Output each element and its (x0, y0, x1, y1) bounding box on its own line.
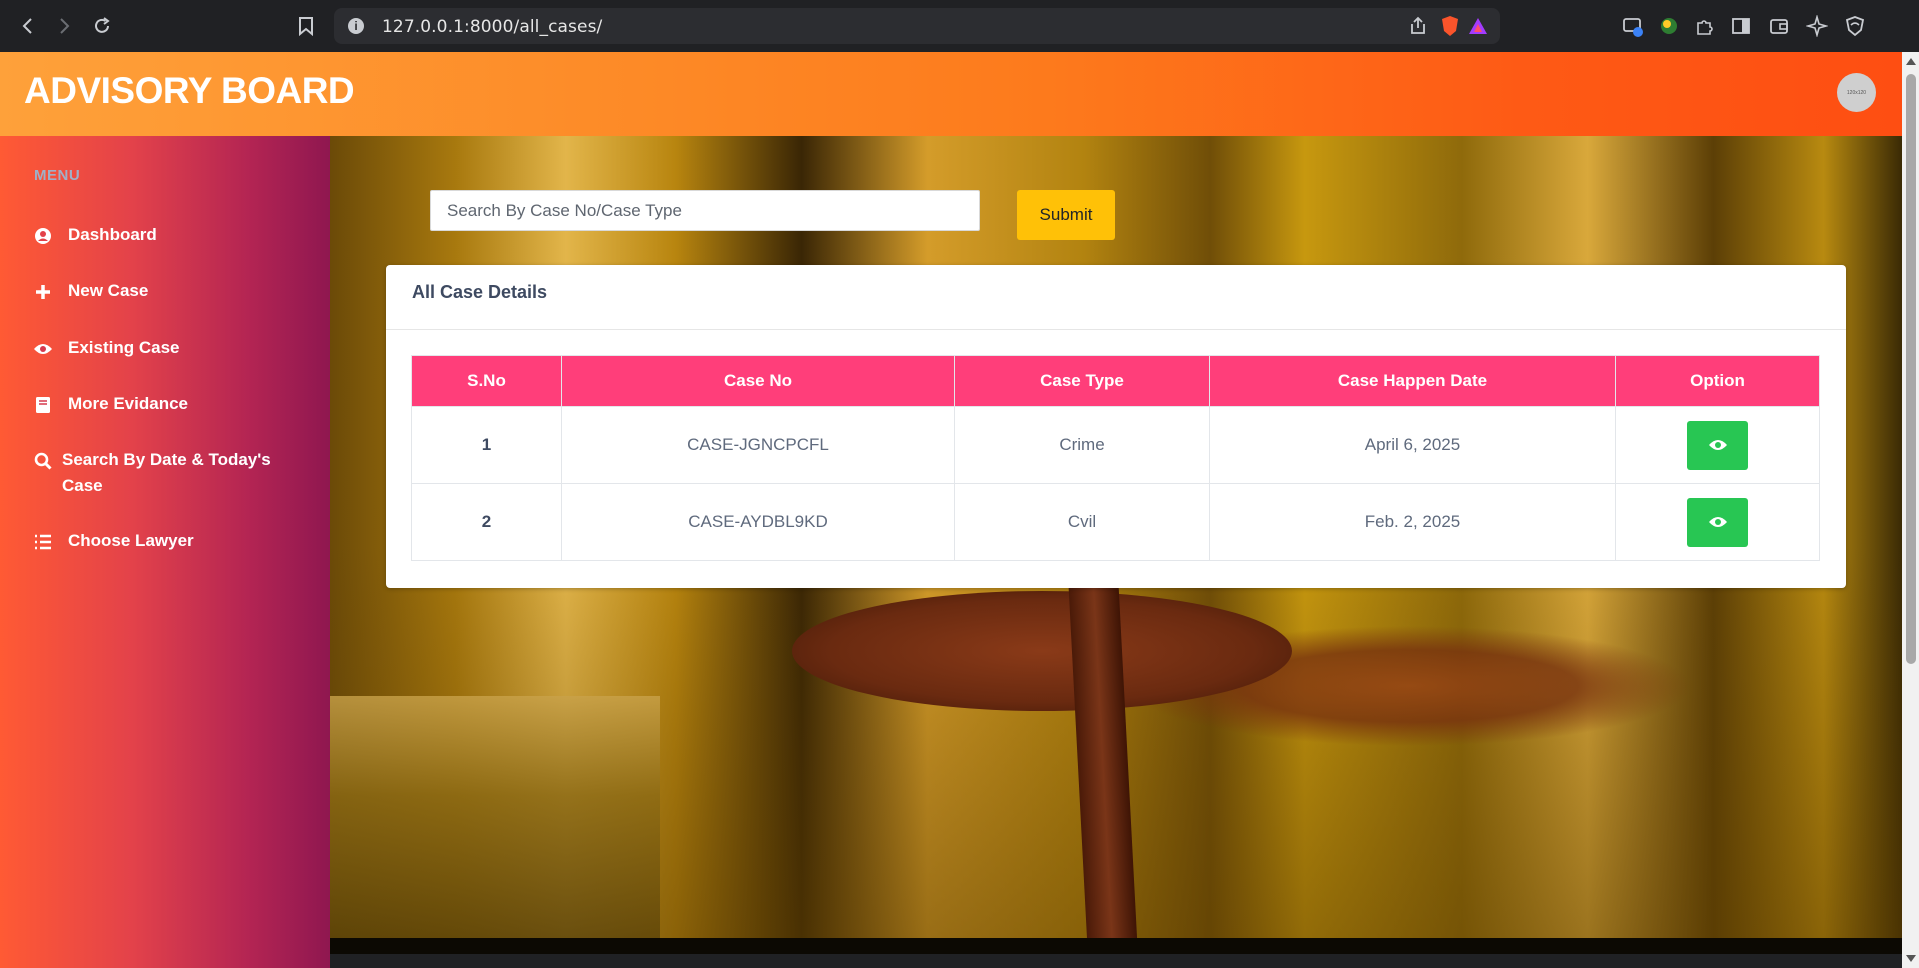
card-title: All Case Details (412, 282, 548, 302)
table-row: 1 CASE-JGNCPCFL Crime April 6, 2025 (411, 406, 1820, 484)
cell-sno: 1 (411, 406, 562, 484)
address-bar[interactable]: i 127.0.0.1:8000/all_cases/ (334, 8, 1500, 44)
bookmark-icon[interactable] (292, 12, 320, 40)
leo-ai-icon[interactable] (1804, 13, 1830, 39)
sidebar-item-label: More Evidance (68, 394, 188, 413)
cell-case-type: Crime (954, 406, 1210, 484)
avatar[interactable]: 120x120 (1837, 73, 1876, 112)
scroll-up-icon[interactable] (1906, 58, 1916, 65)
sidebar-item-label: Search By Date & Today's Case (62, 450, 271, 495)
cell-sno: 2 (411, 483, 562, 561)
main-content: Submit All Case Details S.No Case No Cas… (330, 136, 1902, 954)
cell-date: April 6, 2025 (1209, 406, 1616, 484)
sidebar-item-label: Dashboard (68, 225, 157, 244)
brave-shield-icon[interactable] (1440, 15, 1460, 42)
column-header-case-type: Case Type (954, 355, 1210, 407)
submit-button[interactable]: Submit (1017, 190, 1115, 240)
plus-icon (32, 281, 54, 303)
cell-case-type: Cvil (954, 483, 1210, 561)
background-book (330, 696, 660, 946)
background-gavel-base (792, 591, 1292, 711)
menu-title: MENU (34, 167, 81, 184)
back-icon[interactable] (14, 12, 42, 40)
cell-option (1615, 406, 1820, 484)
reload-icon[interactable] (88, 12, 116, 40)
scroll-thumb[interactable] (1906, 74, 1916, 664)
sidebar-item-more-evidance[interactable]: More Evidance (32, 391, 322, 417)
eye-icon (32, 338, 54, 360)
page-scrollbar[interactable] (1902, 52, 1919, 968)
cell-option (1615, 483, 1820, 561)
sidebar-item-label: Existing Case (68, 338, 180, 357)
app-header: ADVISORY BOARD 120x120 (0, 52, 1902, 136)
search-icon (32, 450, 54, 472)
leaf-extension-icon[interactable] (1656, 13, 1682, 39)
extension-tabs-icon[interactable] (1620, 13, 1646, 39)
list-icon (32, 531, 54, 553)
sidebar-item-label: New Case (68, 281, 149, 300)
sidebar-item-dashboard[interactable]: Dashboard (32, 222, 322, 248)
wallet-icon[interactable] (1766, 13, 1792, 39)
sidebar: MENU Dashboard New Case Existing Case Mo… (0, 136, 330, 968)
column-header-option: Option (1615, 355, 1820, 407)
sidebar-item-search-by-date[interactable]: Search By Date & Today's Case (32, 447, 292, 499)
table-row: 2 CASE-AYDBL9KD Cvil Feb. 2, 2025 (411, 483, 1820, 561)
card-divider (386, 329, 1846, 330)
cell-case-no: CASE-AYDBL9KD (561, 483, 955, 561)
share-icon[interactable] (1408, 16, 1428, 41)
background-bottom-strip (330, 938, 1902, 954)
view-case-button[interactable] (1687, 420, 1748, 470)
sidebar-item-new-case[interactable]: New Case (32, 278, 322, 304)
user-circle-icon (32, 225, 54, 247)
sidebar-item-existing-case[interactable]: Existing Case (32, 335, 322, 361)
view-case-button[interactable] (1687, 497, 1748, 547)
scroll-down-icon[interactable] (1906, 955, 1916, 962)
sidebar-toggle-icon[interactable] (1728, 13, 1754, 39)
case-details-card: All Case Details S.No Case No Case Type … (386, 265, 1846, 588)
column-header-sno: S.No (411, 355, 562, 407)
cell-date: Feb. 2, 2025 (1209, 483, 1616, 561)
puzzle-extensions-icon[interactable] (1692, 13, 1718, 39)
forward-icon[interactable] (50, 12, 78, 40)
column-header-date: Case Happen Date (1209, 355, 1616, 407)
vpn-shield-icon[interactable] (1842, 13, 1868, 39)
browser-toolbar: i 127.0.0.1:8000/all_cases/ (0, 0, 1919, 52)
cell-case-no: CASE-JGNCPCFL (561, 406, 955, 484)
book-icon (32, 394, 54, 416)
column-header-case-no: Case No (561, 355, 955, 407)
brave-rewards-icon[interactable] (1468, 16, 1488, 41)
site-info-icon[interactable]: i (348, 18, 364, 34)
brand-title[interactable]: ADVISORY BOARD (24, 70, 355, 112)
sidebar-item-label: Choose Lawyer (68, 531, 194, 550)
eye-icon (1708, 517, 1727, 527)
sidebar-item-choose-lawyer[interactable]: Choose Lawyer (32, 528, 322, 554)
search-input[interactable] (430, 190, 980, 231)
cases-table: S.No Case No Case Type Case Happen Date … (411, 355, 1820, 561)
table-header-row: S.No Case No Case Type Case Happen Date … (411, 355, 1820, 407)
url-text: 127.0.0.1:8000/all_cases/ (382, 17, 603, 37)
eye-icon (1708, 440, 1727, 450)
